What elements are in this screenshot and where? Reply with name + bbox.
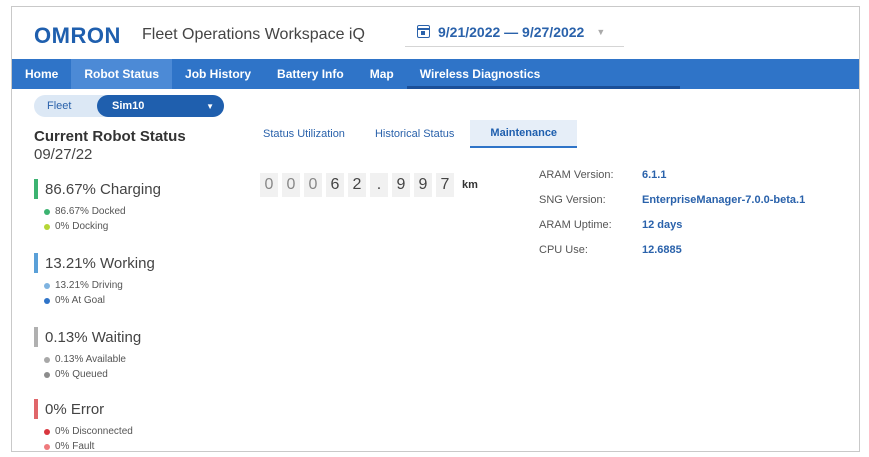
status-color-bar bbox=[34, 253, 38, 273]
fleet-dropdown[interactable]: Sim10 ▼ bbox=[97, 95, 224, 117]
status-sub-label: 86.67% Docked bbox=[55, 206, 126, 217]
app-window: OMRON Fleet Operations Workspace iQ 9/21… bbox=[11, 6, 860, 452]
status-group-header: 0.13% Waiting bbox=[34, 327, 141, 347]
odometer-digit: 9 bbox=[392, 173, 410, 197]
fleet-label: Fleet bbox=[47, 100, 72, 112]
status-color-bar bbox=[34, 179, 38, 199]
info-value: 12.6885 bbox=[642, 244, 682, 256]
tab-map[interactable]: Map bbox=[357, 59, 407, 89]
status-dot-icon bbox=[44, 208, 50, 215]
status-dot-icon bbox=[44, 371, 50, 378]
status-sub-item: 0% Disconnected bbox=[44, 424, 133, 439]
status-dot-icon bbox=[44, 443, 50, 450]
status-group: 0% Error 0% Disconnected 0% Fault bbox=[34, 399, 133, 454]
status-group: 0.13% Waiting 0.13% Available 0% Queued bbox=[34, 327, 141, 382]
tab-home[interactable]: Home bbox=[12, 59, 71, 89]
info-key: ARAM Uptime: bbox=[539, 219, 612, 231]
status-group-label: 86.67% Charging bbox=[45, 180, 161, 198]
status-sub-label: 13.21% Driving bbox=[55, 280, 123, 291]
caret-down-icon: ▼ bbox=[596, 26, 606, 37]
status-sub-item: 86.67% Docked bbox=[44, 204, 161, 219]
status-group-header: 86.67% Charging bbox=[34, 179, 161, 199]
status-dot-icon bbox=[44, 428, 50, 435]
status-color-bar bbox=[34, 327, 38, 347]
status-sub-label: 0% At Goal bbox=[55, 295, 106, 306]
odometer-unit: km bbox=[462, 179, 478, 191]
status-group-label: 0.13% Waiting bbox=[45, 328, 142, 346]
main-nav: Home Robot Status Job History Battery In… bbox=[12, 59, 859, 89]
odometer-digit: 7 bbox=[436, 173, 454, 197]
status-sub-item: 13.21% Driving bbox=[44, 278, 155, 293]
status-dot-icon bbox=[44, 356, 50, 363]
tab-wireless-diagnostics[interactable]: Wireless Diagnostics bbox=[407, 59, 681, 89]
tab-battery-info[interactable]: Battery Info bbox=[264, 59, 357, 89]
status-sub-item: 0% Docking bbox=[44, 219, 161, 234]
status-group-header: 13.21% Working bbox=[34, 253, 155, 273]
status-sub-item: 0% At Goal bbox=[44, 293, 155, 308]
date-range-value: 9/21/2022 — 9/27/2022 bbox=[438, 23, 585, 40]
status-sub-label: 0% Disconnected bbox=[55, 426, 133, 437]
date-range-picker[interactable]: 9/21/2022 — 9/27/2022 ▼ bbox=[405, 17, 624, 47]
status-dot-icon bbox=[44, 282, 50, 289]
status-dot-icon bbox=[44, 297, 50, 304]
calendar-icon bbox=[417, 25, 430, 38]
status-sub-label: 0% Queued bbox=[55, 369, 108, 380]
status-dot-icon bbox=[44, 223, 50, 230]
odometer-digit: 0 bbox=[282, 173, 300, 197]
omron-logo: OMRON bbox=[34, 23, 121, 48]
info-row: ARAM Version: 6.1.1 bbox=[539, 169, 805, 194]
status-date: 09/27/22 bbox=[34, 146, 93, 163]
system-info: ARAM Version: 6.1.1 SNG Version: Enterprise… bbox=[539, 169, 805, 269]
info-key: SNG Version: bbox=[539, 194, 606, 206]
status-sub-label: 0% Docking bbox=[55, 221, 109, 232]
status-sub-item: 0% Queued bbox=[44, 367, 141, 382]
fleet-selector: Fleet Sim10 ▼ bbox=[34, 95, 224, 117]
status-group: 13.21% Working 13.21% Driving 0% At Goal bbox=[34, 253, 155, 308]
chevron-down-icon: ▼ bbox=[206, 102, 214, 111]
status-color-bar bbox=[34, 399, 38, 419]
header: OMRON Fleet Operations Workspace iQ 9/21… bbox=[12, 7, 859, 59]
status-group-header: 0% Error bbox=[34, 399, 133, 419]
status-sub-label: 0.13% Available bbox=[55, 354, 126, 365]
tab-maintenance[interactable]: Maintenance bbox=[470, 120, 578, 148]
odometer-digit: 6 bbox=[326, 173, 344, 197]
status-group-label: 13.21% Working bbox=[45, 254, 155, 272]
content-tabs: Status Utilization Historical Status Mai… bbox=[249, 120, 578, 148]
status-group: 86.67% Charging 86.67% Docked 0% Docking bbox=[34, 179, 161, 234]
odometer-digit: . bbox=[370, 173, 388, 197]
tab-job-history[interactable]: Job History bbox=[172, 59, 264, 89]
info-row: ARAM Uptime: 12 days bbox=[539, 219, 805, 244]
status-sub-label: 0% Fault bbox=[55, 441, 95, 452]
status-sub-item: 0% Fault bbox=[44, 439, 133, 454]
info-row: CPU Use: 12.6885 bbox=[539, 244, 805, 269]
tab-historical-status[interactable]: Historical Status bbox=[361, 120, 468, 148]
info-row: SNG Version: EnterpriseManager-7.0.0-beta… bbox=[539, 194, 805, 219]
odometer-digit: 9 bbox=[414, 173, 432, 197]
info-key: ARAM Version: bbox=[539, 169, 614, 181]
app-title: Fleet Operations Workspace iQ bbox=[142, 26, 365, 43]
odometer-digit: 0 bbox=[304, 173, 322, 197]
status-sub-item: 0.13% Available bbox=[44, 352, 141, 367]
fleet-value: Sim10 bbox=[112, 100, 145, 112]
tab-status-utilization[interactable]: Status Utilization bbox=[249, 120, 359, 148]
odometer-digit: 0 bbox=[260, 173, 278, 197]
odometer: 0 0 0 6 2. 9 9 7 km bbox=[260, 173, 478, 197]
tab-robot-status[interactable]: Robot Status bbox=[71, 59, 173, 89]
odometer-digit: 2 bbox=[348, 173, 366, 197]
info-key: CPU Use: bbox=[539, 244, 588, 256]
info-value: 6.1.1 bbox=[642, 169, 667, 181]
status-title: Current Robot Status bbox=[34, 128, 186, 145]
info-value: EnterpriseManager-7.0.0-beta.1 bbox=[642, 194, 806, 206]
status-group-label: 0% Error bbox=[45, 400, 105, 418]
info-value: 12 days bbox=[642, 219, 683, 231]
